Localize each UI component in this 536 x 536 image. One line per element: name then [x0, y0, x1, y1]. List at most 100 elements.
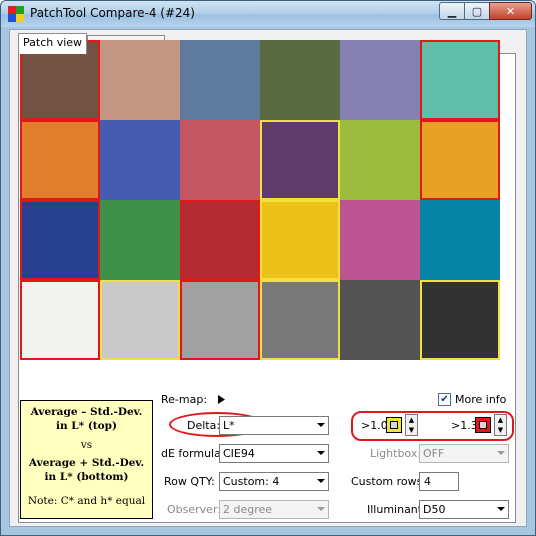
patch-inner: [345, 125, 415, 195]
color-patch[interactable]: [180, 280, 260, 360]
more-info-checkbox[interactable]: ✔: [438, 393, 451, 406]
minimize-icon: ▁: [447, 4, 457, 18]
patch-inner: [345, 45, 415, 115]
spin-up-icon[interactable]: ▲: [495, 415, 506, 425]
color-patch[interactable]: [260, 200, 340, 280]
patch-inner: [425, 205, 495, 275]
patch-inner: [345, 205, 415, 275]
more-info-label: More info: [455, 393, 507, 406]
note-line-4: Average + Std.-Dev.: [28, 457, 145, 469]
color-patch[interactable]: [420, 40, 500, 120]
patch-inner: [105, 205, 175, 275]
observer-label: Observer:: [167, 503, 221, 516]
color-patch[interactable]: [420, 280, 500, 360]
note-line-3: vs: [80, 439, 93, 451]
maximize-icon: ▢: [471, 4, 483, 18]
delta-value: L*: [223, 419, 235, 432]
spin-up-icon[interactable]: ▲: [406, 415, 417, 425]
patch-inner: [265, 205, 335, 275]
swatch-inner-icon: [390, 421, 398, 429]
custom-rows-label: Custom rows:: [351, 475, 427, 488]
patch-inner: [425, 285, 495, 355]
lightbox-dropdown[interactable]: OFF: [419, 444, 509, 463]
patch-inner: [25, 205, 95, 275]
threshold-high-spinner[interactable]: ▲ ▼: [494, 414, 507, 436]
patch-inner: [25, 45, 95, 115]
threshold-high-label: >1.3: [451, 419, 478, 432]
chevron-down-icon: [317, 507, 325, 511]
chevron-down-icon: [497, 451, 505, 455]
illuminant-value: D50: [423, 503, 446, 516]
illuminant-label: Illuminant:: [367, 503, 426, 516]
color-patch[interactable]: [180, 200, 260, 280]
de-formula-dropdown[interactable]: CIE94: [219, 444, 329, 463]
patch-inner: [185, 125, 255, 195]
observer-value: 2 degree: [223, 503, 273, 516]
color-patch[interactable]: [260, 280, 340, 360]
patch-inner: [345, 285, 415, 355]
spin-down-icon[interactable]: ▼: [495, 425, 506, 435]
maximize-button[interactable]: ▢: [464, 2, 490, 20]
close-button[interactable]: ✕: [489, 2, 532, 20]
row-qty-dropdown[interactable]: Custom: 4: [219, 472, 329, 491]
color-patch[interactable]: [180, 120, 260, 200]
color-patch[interactable]: [180, 40, 260, 120]
threshold-high-swatch[interactable]: [475, 417, 491, 433]
color-patch[interactable]: [20, 200, 100, 280]
color-patch[interactable]: [340, 120, 420, 200]
title-bar[interactable]: PatchTool Compare-4 (#24) ▁ ▢ ✕: [1, 1, 535, 27]
close-icon: ✕: [505, 4, 516, 18]
minimize-button[interactable]: ▁: [439, 2, 465, 20]
chevron-down-icon: [317, 451, 325, 455]
de-formula-value: CIE94: [223, 447, 255, 460]
patch-inner: [425, 125, 495, 195]
color-patch[interactable]: [100, 200, 180, 280]
note-line-1: Average – Std.-Dev.: [30, 406, 143, 418]
chevron-down-icon: [497, 507, 505, 511]
spin-down-icon[interactable]: ▼: [406, 425, 417, 435]
lightbox-label: Lightbox:: [370, 447, 422, 460]
color-patch[interactable]: [340, 200, 420, 280]
color-patch[interactable]: [260, 40, 340, 120]
chevron-down-icon: [317, 479, 325, 483]
color-patch[interactable]: [100, 40, 180, 120]
color-patch[interactable]: [420, 120, 500, 200]
note-line-5: in L* (bottom): [44, 471, 129, 483]
patch-grid: [20, 40, 500, 360]
color-patch[interactable]: [100, 120, 180, 200]
color-patch[interactable]: [340, 40, 420, 120]
color-patch[interactable]: [340, 280, 420, 360]
row-qty-value: Custom: 4: [223, 475, 280, 488]
patch-inner: [265, 285, 335, 355]
patch-inner: [105, 125, 175, 195]
remap-arrow-icon[interactable]: [218, 395, 225, 404]
patch-inner: [185, 205, 255, 275]
threshold-low-swatch[interactable]: [386, 417, 402, 433]
app-window: PatchTool Compare-4 (#24) ▁ ▢ ✕ Patch vi…: [0, 0, 536, 536]
delta-dropdown[interactable]: L*: [219, 416, 329, 435]
remap-label: Re-map:: [161, 393, 208, 406]
delta-label: Delta:: [187, 419, 221, 432]
threshold-low-spinner[interactable]: ▲ ▼: [405, 414, 418, 436]
color-patch[interactable]: [100, 280, 180, 360]
observer-dropdown[interactable]: 2 degree: [219, 500, 329, 519]
patch-inner: [425, 45, 495, 115]
window-title: PatchTool Compare-4 (#24): [30, 6, 195, 20]
swatch-inner-icon: [479, 421, 487, 429]
color-patch[interactable]: [20, 120, 100, 200]
patch-inner: [25, 125, 95, 195]
color-patch[interactable]: [260, 120, 340, 200]
patch-inner: [185, 285, 255, 355]
patch-inner: [265, 125, 335, 195]
color-patch[interactable]: [20, 280, 100, 360]
note-line-6: Note: C* and h* equal: [27, 495, 146, 507]
illuminant-dropdown[interactable]: D50: [419, 500, 509, 519]
color-patch[interactable]: [420, 200, 500, 280]
note-line-2: in L* (top): [56, 420, 117, 432]
tab-patch-view[interactable]: Patch view: [18, 33, 88, 54]
lightbox-value: OFF: [423, 447, 445, 460]
app-icon: [8, 6, 24, 22]
custom-rows-input[interactable]: 4: [419, 472, 459, 491]
patch-inner: [25, 285, 95, 355]
info-note: Average – Std.-Dev. in L* (top) vs Avera…: [20, 400, 153, 519]
